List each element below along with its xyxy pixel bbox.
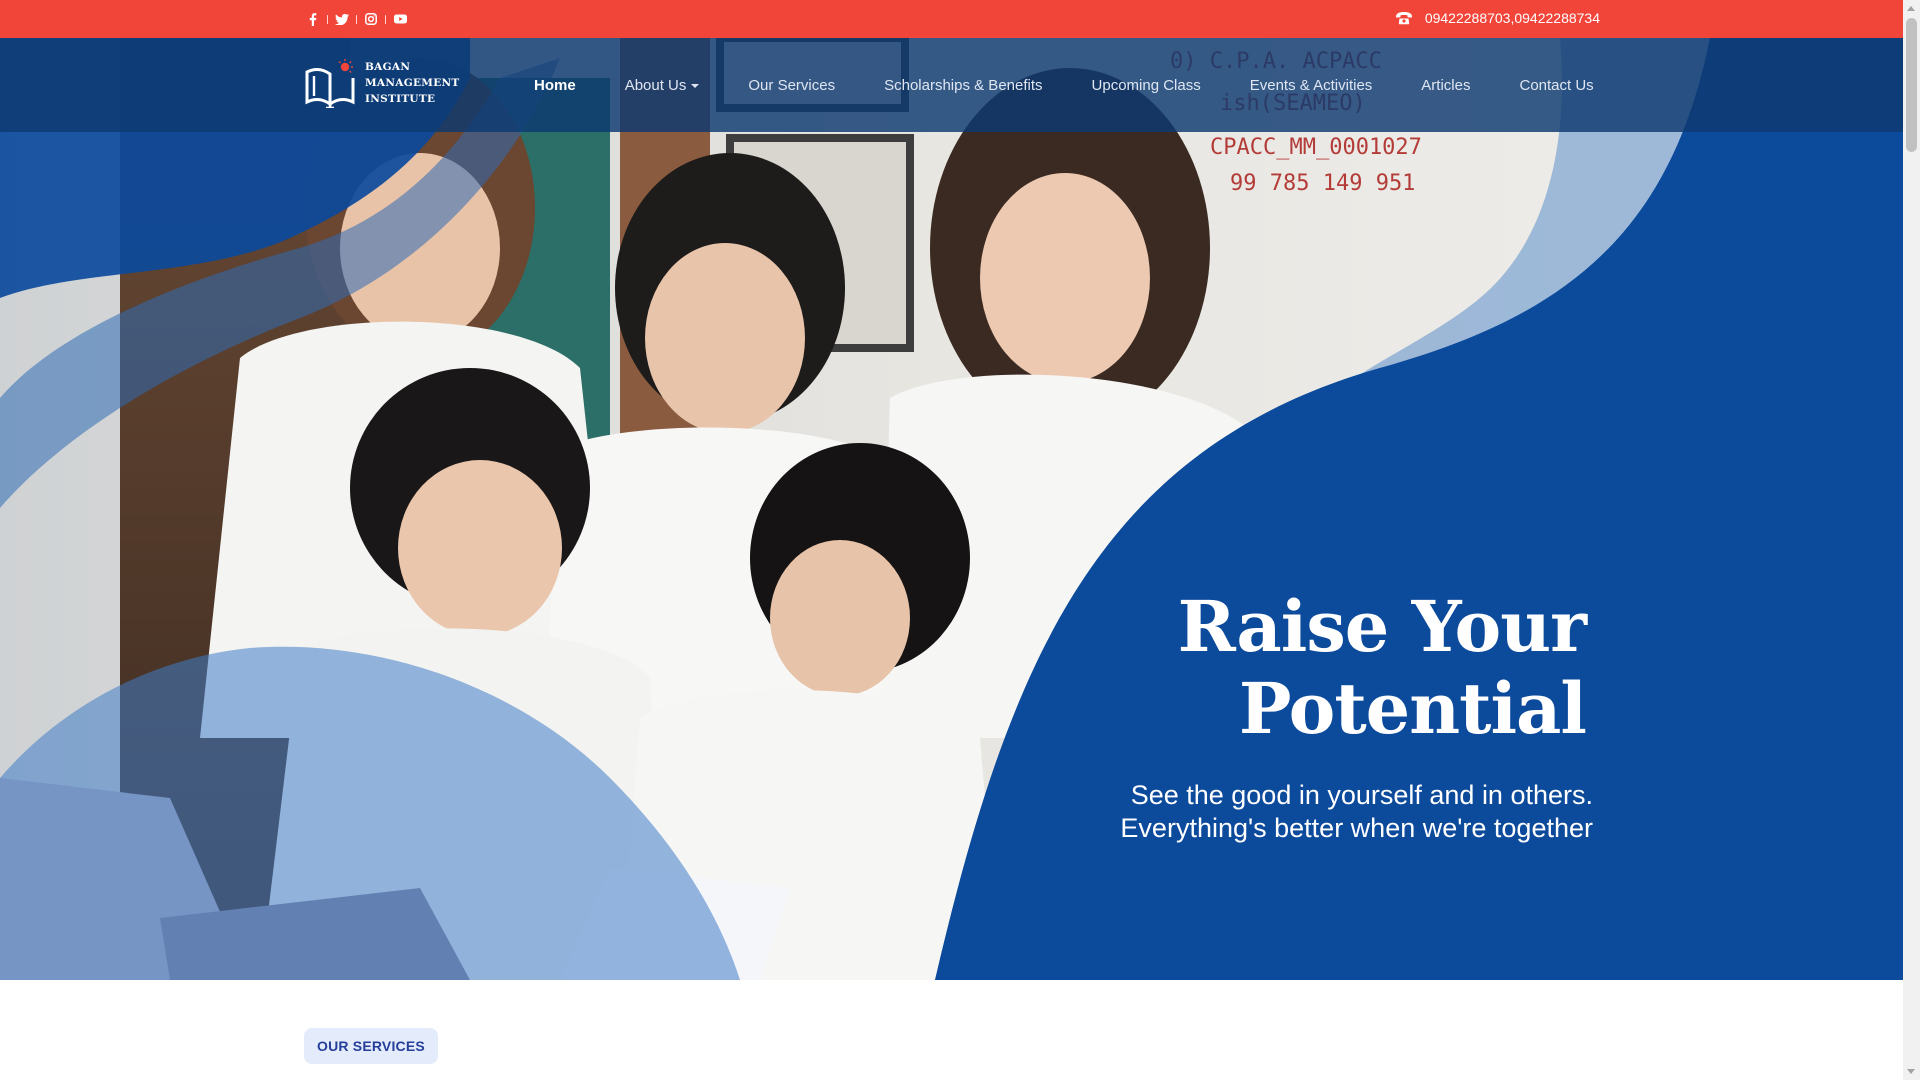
nav-contact-us[interactable]: Contact Us [1519, 77, 1593, 94]
divider [356, 14, 357, 24]
hero-headline-line2: Potential [1238, 667, 1587, 750]
nav-menu: Home About Us Our Services Scholarships … [534, 38, 1594, 132]
scroll-up-arrow-icon[interactable] [1907, 6, 1915, 11]
hero-photo-illustration: 0) C.P.A. ACPACC ish(SEAMEO) CPACC_MM_00… [0, 38, 1903, 980]
nav-our-services[interactable]: Our Services [748, 77, 835, 94]
facebook-icon[interactable] [304, 11, 322, 27]
youtube-icon[interactable] [391, 11, 409, 27]
our-services-badge: OUR SERVICES [304, 1028, 438, 1064]
nav-about-us-label: About Us [624, 76, 687, 94]
instagram-icon[interactable] [362, 11, 380, 27]
logo-line1: BAGAN [365, 61, 411, 73]
social-links [304, 11, 409, 27]
logo-text: BAGAN MANAGEMENT INSTITUTE [365, 59, 460, 107]
main-navbar: BAGAN MANAGEMENT INSTITUTE Home About Us… [0, 38, 1903, 132]
phone-numbers: 09422288703,09422288734 [1424, 10, 1600, 26]
nav-scholarships[interactable]: Scholarships & Benefits [884, 77, 1042, 94]
hero-headline: Raise Your Potential [1066, 585, 1587, 750]
top-bar: 09422288703,09422288734 [0, 0, 1903, 38]
svg-text:CPACC_MM_0001027: CPACC_MM_0001027 [1210, 135, 1422, 160]
site-logo[interactable]: BAGAN MANAGEMENT INSTITUTE [303, 58, 460, 108]
twitter-icon[interactable] [333, 11, 351, 27]
nav-articles[interactable]: Articles [1421, 77, 1470, 94]
scroll-down-arrow-icon[interactable] [1907, 1069, 1915, 1074]
hero-subheadline-line1: See the good in yourself and in others. [1130, 780, 1593, 810]
logo-line3: INSTITUTE [365, 93, 436, 105]
nav-about-us[interactable]: About Us [625, 77, 700, 94]
phone-contact[interactable]: 09422288703,09422288734 [1395, 10, 1600, 26]
divider [385, 14, 386, 24]
book-logo-icon [305, 59, 355, 108]
hero-subheadline: See the good in yourself and in others. … [1033, 779, 1593, 845]
nav-home[interactable]: Home [534, 77, 576, 94]
caret-down-icon [691, 83, 700, 88]
svg-text:99 785 149 951: 99 785 149 951 [1230, 171, 1415, 196]
hero-section: 0) C.P.A. ACPACC ish(SEAMEO) CPACC_MM_00… [0, 38, 1903, 980]
nav-upcoming-class[interactable]: Upcoming Class [1092, 77, 1201, 94]
hero-subheadline-line2: Everything's better when we're together [1120, 813, 1593, 843]
hero-headline-line1: Raise Your [1177, 585, 1587, 668]
divider [327, 14, 328, 24]
scrollbar-thumb[interactable] [1906, 18, 1917, 152]
telephone-icon [1395, 12, 1412, 25]
logo-line2: MANAGEMENT [365, 77, 460, 89]
page-scrollbar[interactable] [1903, 0, 1920, 1080]
nav-events[interactable]: Events & Activities [1250, 77, 1373, 94]
